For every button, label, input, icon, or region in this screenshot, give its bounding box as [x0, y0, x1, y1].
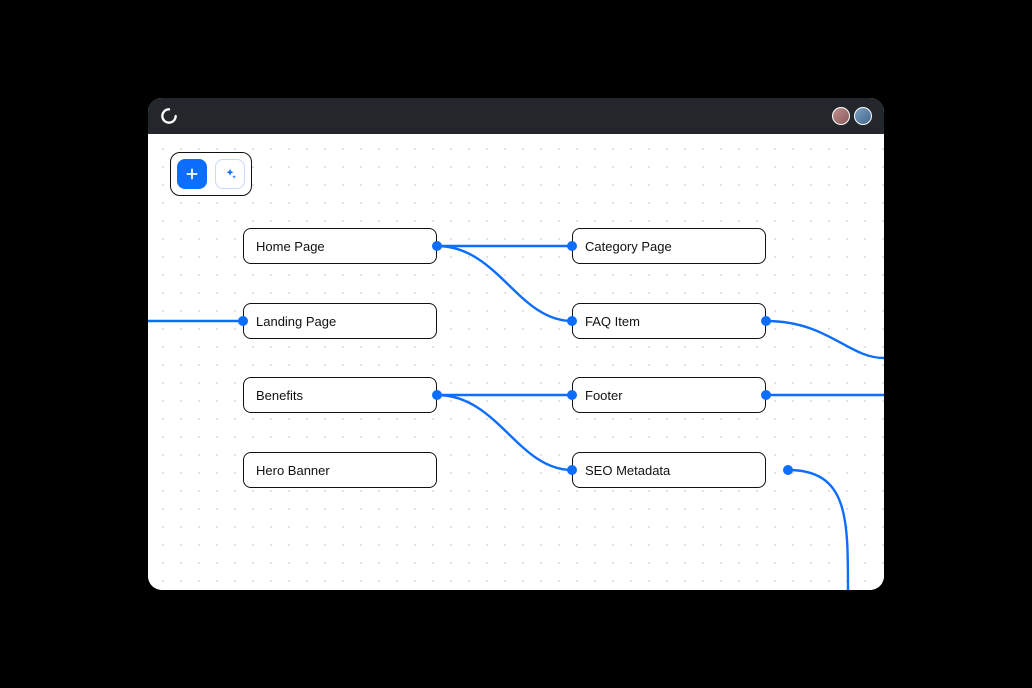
port-dot[interactable] — [567, 390, 577, 400]
avatar[interactable] — [832, 107, 850, 125]
avatar[interactable] — [854, 107, 872, 125]
node-category-page[interactable]: Category Page — [572, 228, 766, 264]
port-dot[interactable] — [432, 390, 442, 400]
toolbar — [170, 152, 252, 196]
node-benefits[interactable]: Benefits — [243, 377, 437, 413]
node-label: SEO Metadata — [585, 463, 670, 478]
port-dot[interactable] — [567, 241, 577, 251]
node-footer[interactable]: Footer — [572, 377, 766, 413]
port-dot[interactable] — [761, 390, 771, 400]
app-window: Home Page Landing Page Benefits Hero Ban… — [148, 98, 884, 590]
node-label: FAQ Item — [585, 314, 640, 329]
port-dot[interactable] — [567, 316, 577, 326]
port-dot[interactable] — [238, 316, 248, 326]
node-label: Benefits — [256, 388, 303, 403]
node-landing-page[interactable]: Landing Page — [243, 303, 437, 339]
port-dot[interactable] — [567, 465, 577, 475]
plus-icon — [185, 167, 199, 181]
canvas[interactable] — [148, 134, 884, 590]
node-label: Footer — [585, 388, 623, 403]
node-label: Category Page — [585, 239, 672, 254]
node-label: Home Page — [256, 239, 325, 254]
presence-avatars — [832, 107, 872, 125]
titlebar — [148, 98, 884, 134]
node-home-page[interactable]: Home Page — [243, 228, 437, 264]
sparkle-icon — [223, 167, 237, 181]
node-faq-item[interactable]: FAQ Item — [572, 303, 766, 339]
app-logo-icon — [160, 107, 178, 125]
port-dot[interactable] — [432, 241, 442, 251]
node-hero-banner[interactable]: Hero Banner — [243, 452, 437, 488]
add-node-button[interactable] — [177, 159, 207, 189]
port-dot[interactable] — [783, 465, 793, 475]
ai-button[interactable] — [215, 159, 245, 189]
node-label: Hero Banner — [256, 463, 330, 478]
port-dot[interactable] — [761, 316, 771, 326]
node-label: Landing Page — [256, 314, 336, 329]
node-seo-metadata[interactable]: SEO Metadata — [572, 452, 766, 488]
